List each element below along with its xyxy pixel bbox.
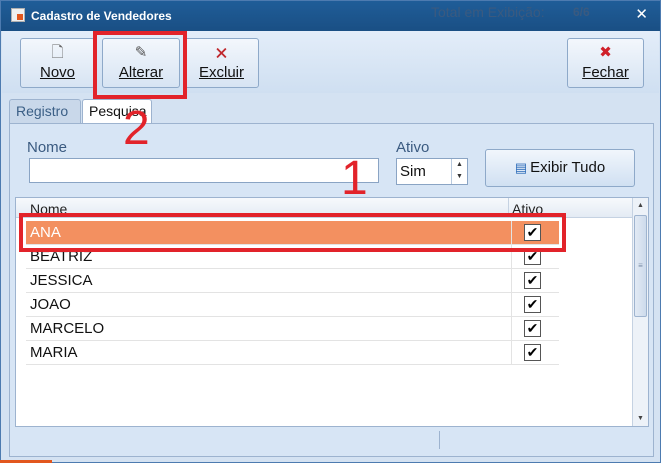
close-x-icon: ✖ xyxy=(599,44,612,61)
row-nome: MARIA xyxy=(30,344,78,361)
excluir-button[interactable]: 🗙 Excluir xyxy=(184,38,259,88)
window-title: Cadastro de Vendedores xyxy=(31,9,172,23)
fechar-button[interactable]: ✖ Fechar xyxy=(567,38,644,88)
table-row[interactable]: JOAO ✔ xyxy=(26,293,559,317)
table-row[interactable]: MARIA ✔ xyxy=(26,341,559,365)
exibir-tudo-button[interactable]: ▤ Exibir Tudo xyxy=(485,149,635,187)
scroll-up-icon[interactable]: ▲ xyxy=(633,198,648,213)
fechar-label: Fechar xyxy=(582,64,629,81)
ativo-checkbox[interactable]: ✔ xyxy=(524,272,541,289)
row-nome: JOAO xyxy=(30,296,71,313)
excluir-label: Excluir xyxy=(198,64,244,81)
cell-divider xyxy=(511,341,512,364)
title-bar: Cadastro de Vendedores ✕ xyxy=(1,1,660,31)
nome-label: Nome xyxy=(27,139,68,156)
annotation-step-1: 1 xyxy=(341,152,368,205)
status-total-label: Total em Exibição: xyxy=(431,4,545,20)
scrollbar-thumb[interactable]: ≡ xyxy=(634,215,647,317)
ativo-select-value: Sim xyxy=(400,163,426,180)
window: Cadastro de Vendedores ✕ 🗋 Novo ✎ Altera… xyxy=(0,0,661,463)
ativo-label: Ativo xyxy=(396,139,430,156)
annotation-step-2: 2 xyxy=(123,102,150,155)
new-document-icon: 🗋 xyxy=(51,44,64,61)
tab-registro[interactable]: Registro xyxy=(9,99,81,123)
ativo-checkbox[interactable]: ✔ xyxy=(524,344,541,361)
status-total-count: 6/6 xyxy=(573,5,590,19)
row-nome: MARCELO xyxy=(30,320,105,337)
row-nome: JESSICA xyxy=(30,272,93,289)
ativo-select[interactable]: Sim ▲ ▼ xyxy=(396,158,468,185)
close-icon[interactable]: ✕ xyxy=(635,7,648,23)
ativo-checkbox[interactable]: ✔ xyxy=(524,296,541,313)
app-icon xyxy=(11,8,25,22)
scroll-down-icon[interactable]: ▼ xyxy=(633,411,648,426)
table-row[interactable]: MARCELO ✔ xyxy=(26,317,559,341)
vertical-scrollbar[interactable]: ▲ ≡ ▼ xyxy=(632,198,648,426)
cell-divider xyxy=(511,269,512,292)
status-divider xyxy=(439,431,440,449)
ativo-checkbox[interactable]: ✔ xyxy=(524,320,541,337)
annotation-box-alterar xyxy=(93,31,187,99)
delete-document-icon: 🗙 xyxy=(215,44,228,61)
cell-divider xyxy=(511,317,512,340)
status-bar xyxy=(15,429,649,451)
chevron-updown-icon[interactable]: ▲ ▼ xyxy=(451,159,467,184)
nome-search-input[interactable] xyxy=(29,158,379,183)
novo-label: Novo xyxy=(39,64,76,81)
novo-button[interactable]: 🗋 Novo xyxy=(20,38,95,88)
cell-divider xyxy=(511,293,512,316)
table-row[interactable]: JESSICA ✔ xyxy=(26,269,559,293)
annotation-box-row-ana xyxy=(19,213,566,252)
exibir-tudo-label: Exibir Tudo xyxy=(530,159,606,176)
list-icon: ▤ xyxy=(514,160,528,175)
